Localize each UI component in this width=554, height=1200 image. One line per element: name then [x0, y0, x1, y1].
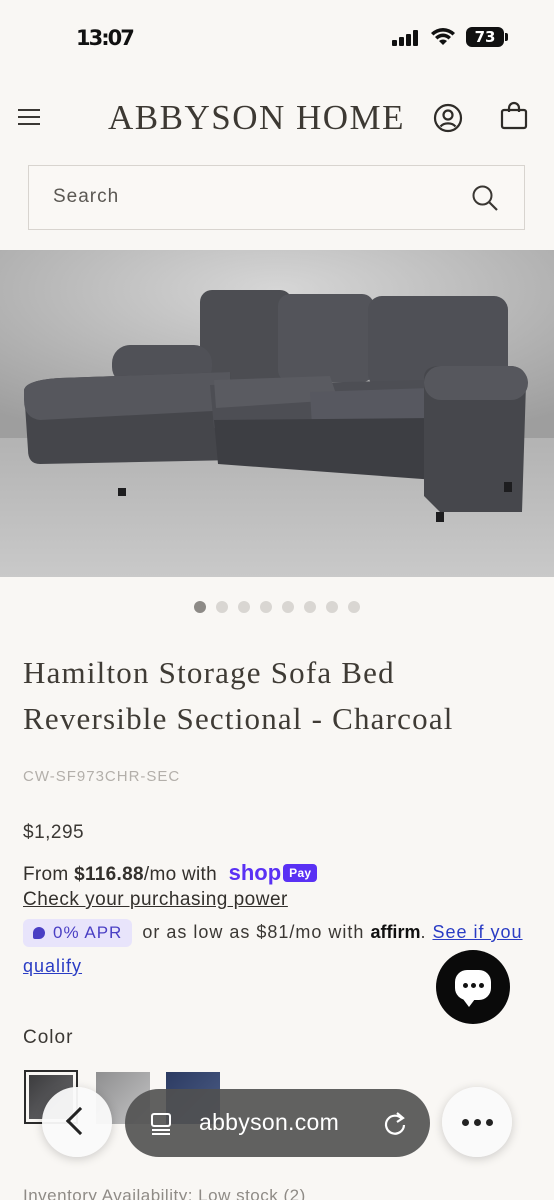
apr-badge: 0% APR [23, 919, 133, 947]
browser-more-button[interactable] [442, 1087, 512, 1157]
affirm-text: or as low as $81/mo with [142, 922, 365, 942]
wifi-icon [431, 28, 455, 45]
shop-pay-badge: Pay [283, 864, 318, 882]
affirm-logo: affirm [370, 922, 421, 942]
shop-pay-amount: $116.88 [74, 864, 144, 885]
more-dot [474, 1119, 481, 1126]
carousel-dot[interactable] [216, 601, 228, 613]
search-bar[interactable] [28, 165, 525, 230]
battery-icon: 73 [466, 27, 504, 47]
color-label: Color [23, 1027, 74, 1048]
browser-back-button[interactable] [42, 1087, 112, 1157]
chevron-left-icon [65, 1106, 95, 1136]
carousel-dot[interactable] [326, 601, 338, 613]
cellular-signal-icon [392, 30, 422, 46]
carousel-dot[interactable] [348, 601, 360, 613]
carousel-dot[interactable] [194, 601, 206, 613]
carousel-dot[interactable] [260, 601, 272, 613]
product-title: Hamilton Storage Sofa Bed Reversible Sec… [23, 655, 454, 736]
carousel-dot[interactable] [282, 601, 294, 613]
browser-url-bar[interactable]: abbyson.com [125, 1089, 430, 1157]
battery-tip [505, 33, 508, 41]
more-dot [462, 1119, 469, 1126]
search-icon[interactable] [470, 183, 500, 213]
reload-icon[interactable] [382, 1109, 408, 1137]
shop-pay-from: From [23, 864, 69, 885]
hamburger-menu-icon[interactable] [18, 106, 42, 128]
apr-text: 0% APR [53, 923, 123, 942]
chat-button[interactable] [436, 950, 510, 1024]
status-time: 13:07 [76, 26, 135, 50]
tabs-icon[interactable] [149, 1111, 173, 1135]
carousel-dot[interactable] [238, 601, 250, 613]
inventory-availability: Inventory Availability: Low stock (2) [23, 1186, 306, 1200]
carousel-dot[interactable] [304, 601, 316, 613]
tag-icon [33, 927, 45, 939]
more-dot [486, 1119, 493, 1126]
search-input[interactable] [53, 186, 433, 208]
shop-pay-logo: shop [228, 860, 282, 885]
browser-url: abbyson.com [199, 1109, 340, 1135]
chat-icon [455, 970, 491, 1007]
shop-pay-installments: From $116.88/mo with shop Pay [23, 860, 318, 886]
product-image[interactable] [0, 250, 554, 577]
product-price: $1,295 [23, 822, 85, 843]
check-purchasing-power-link[interactable]: Check your purchasing power [23, 889, 288, 911]
status-bar: 13:07 73 [0, 0, 554, 78]
carousel-dots [0, 600, 554, 618]
shopping-bag-icon[interactable] [498, 100, 530, 132]
shop-pay-per: /mo with [143, 864, 217, 885]
brand-logo[interactable]: ABBYSON HOME [108, 98, 405, 138]
sofa-image [0, 250, 554, 577]
site-header: ABBYSON HOME [0, 78, 554, 160]
account-icon[interactable] [432, 102, 464, 134]
product-sku: CW-SF973CHR-SEC [23, 768, 181, 785]
